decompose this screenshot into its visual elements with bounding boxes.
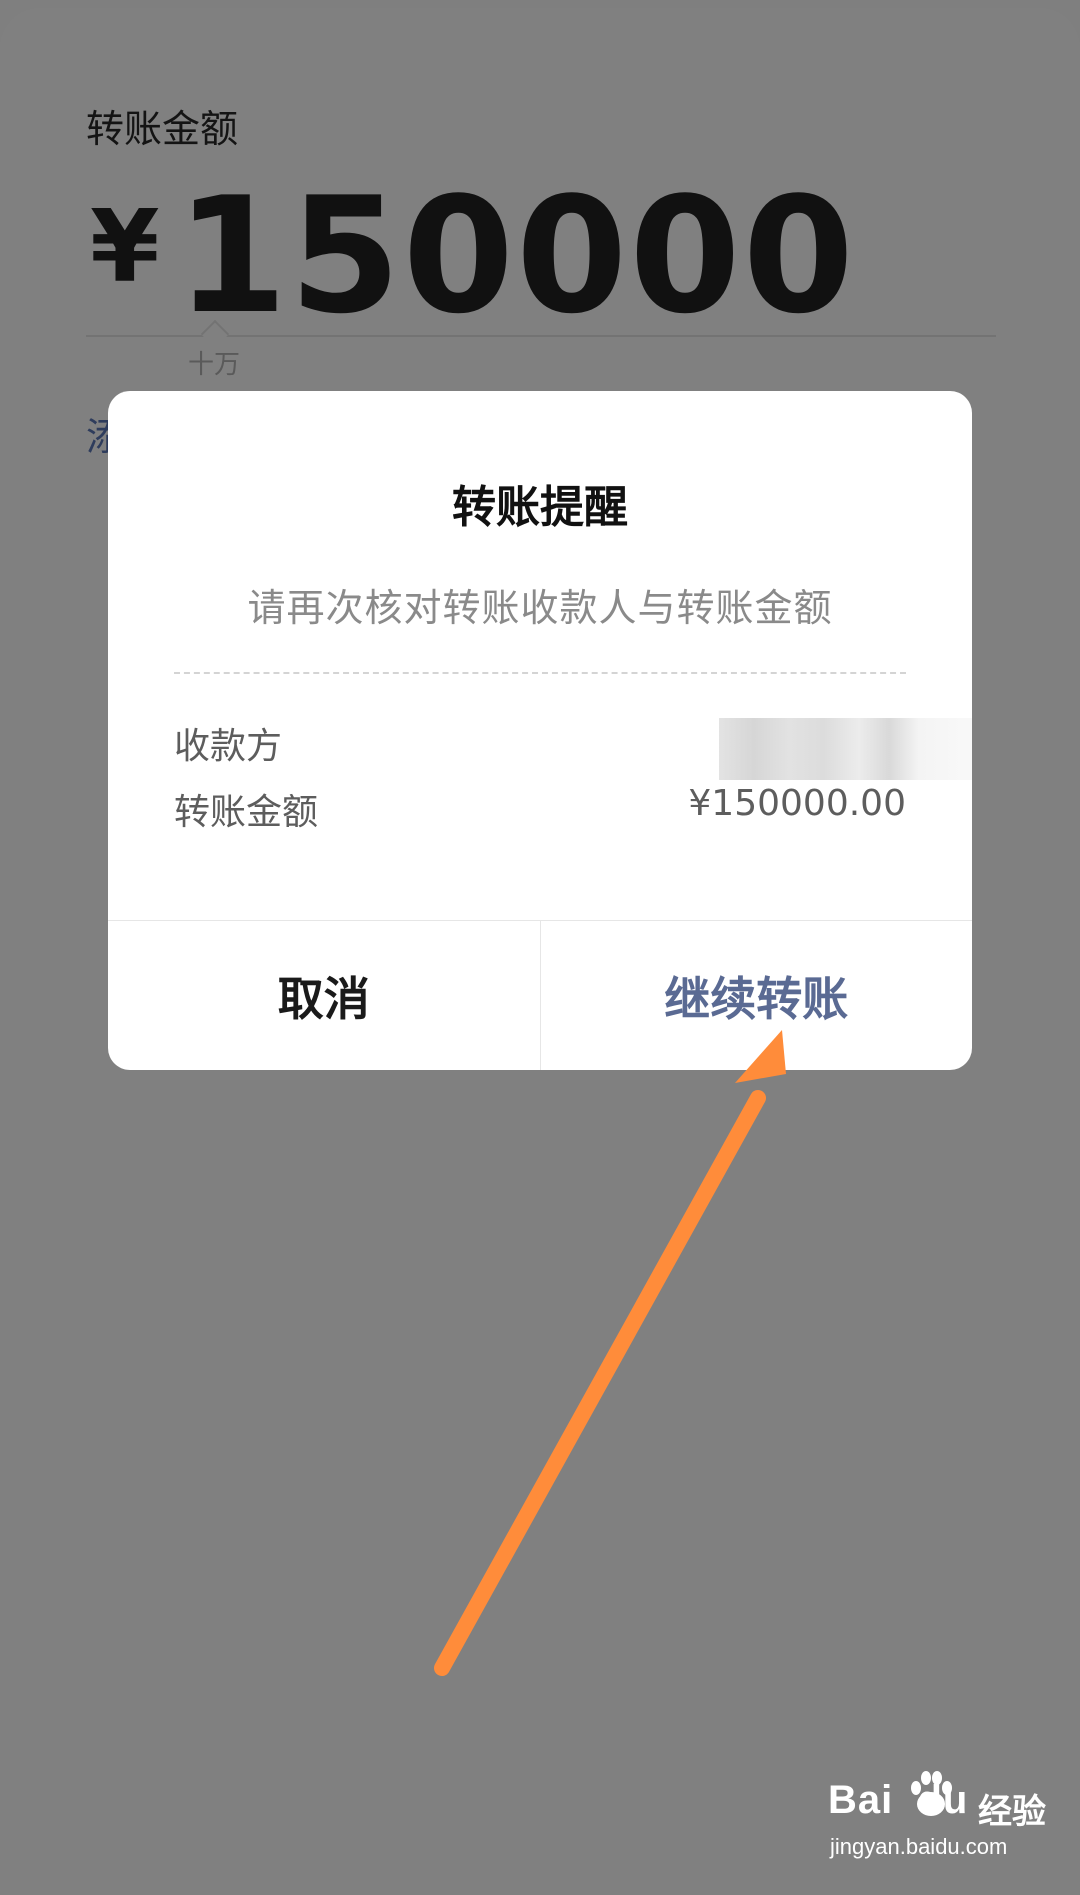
watermark-brand: 经验 xyxy=(978,1792,1046,1832)
baidu-jingyan-watermark: Bai..du 经验 jingyan.baidu.com xyxy=(828,1771,1068,1878)
annotation-arrow-icon xyxy=(434,1030,786,1676)
baidu-paw-icon xyxy=(911,1771,952,1816)
watermark-url: jingyan.baidu.com xyxy=(830,1834,1008,1859)
